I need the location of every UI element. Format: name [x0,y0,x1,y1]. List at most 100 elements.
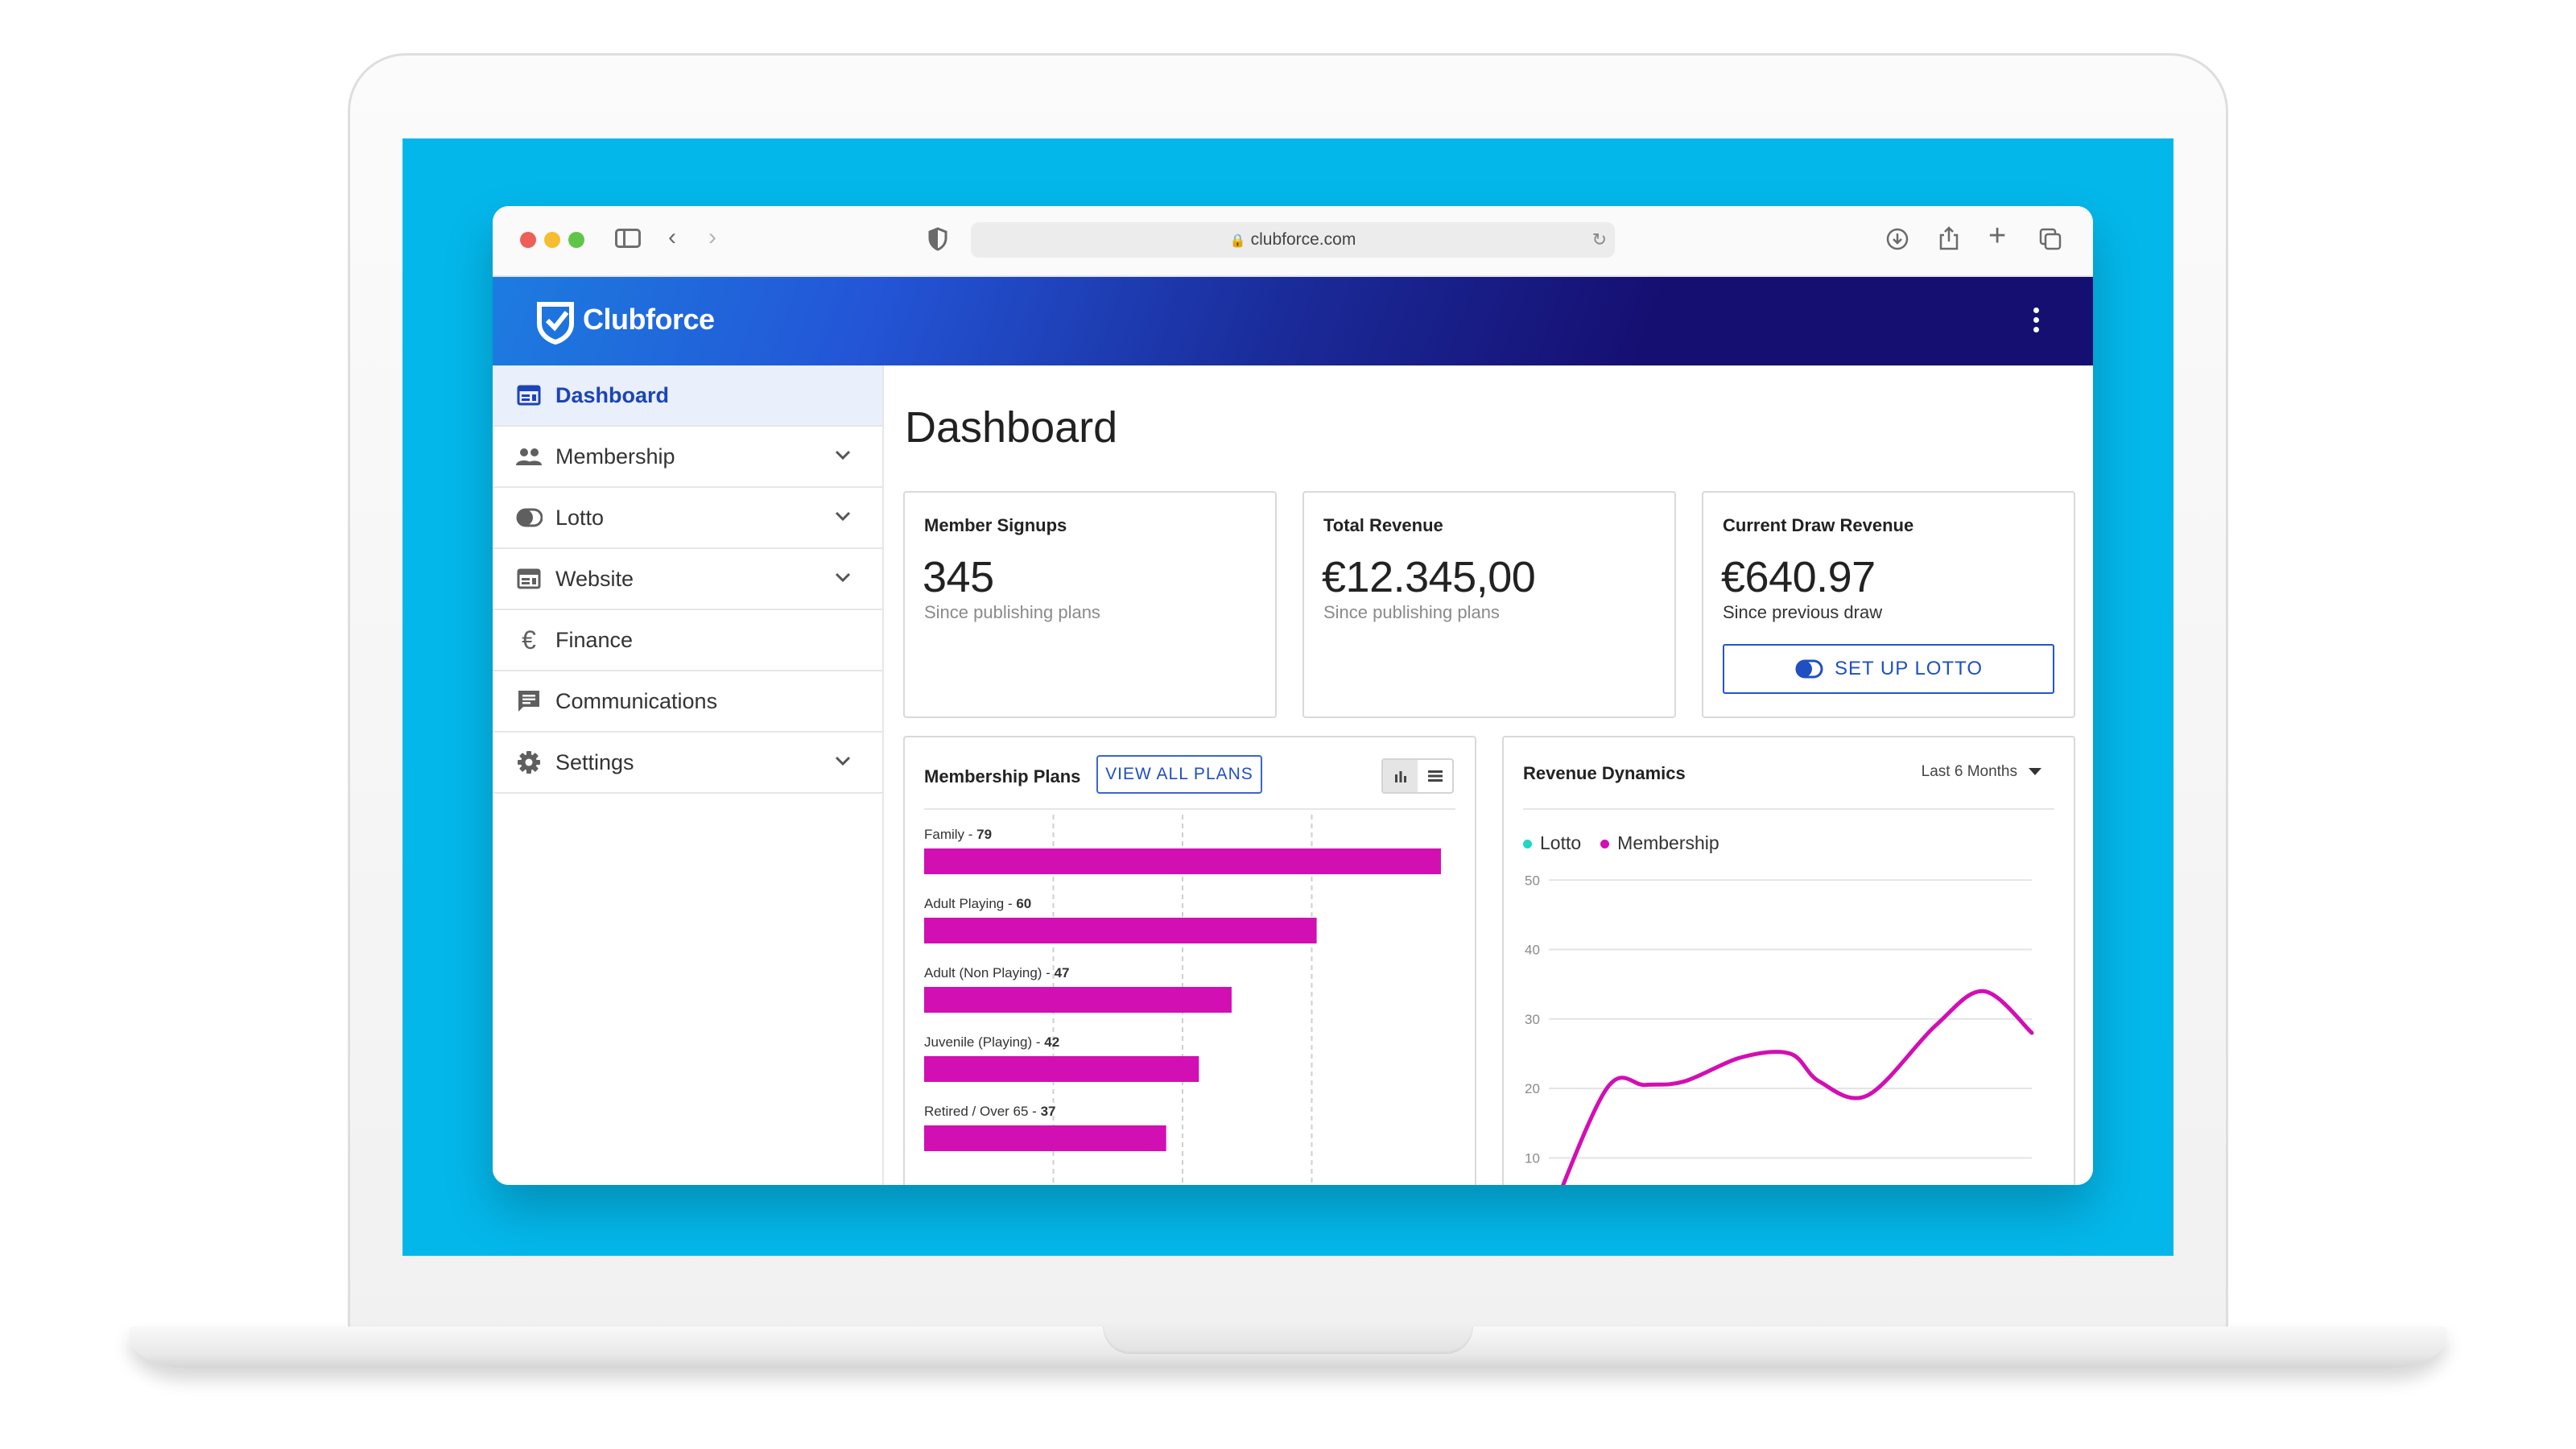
browser-window: ‹ › 🔒 clubforce.com ↻ + Clubforce Dashbo… [493,206,2093,1185]
bar-label: Adult (Non Playing) - 47 [924,965,1070,980]
stat-card-member-signups: Member Signups 345 Since publishing plan… [903,491,1277,718]
dashboard-icon [515,382,543,409]
bar-label: Family - 79 [924,827,992,842]
y-tick-label: 40 [1525,943,1540,958]
chart-view-toggle [1381,758,1454,794]
range-select[interactable]: Last 6 Months [1922,763,2041,781]
sidebar-item-label: Finance [555,627,634,652]
chat-icon [515,687,543,715]
share-icon[interactable] [1937,225,1961,256]
legend-item-lotto[interactable]: Lotto [1523,832,1581,854]
bar [924,848,1441,874]
sidebar-item-label: Website [555,566,634,591]
bar-value-label: 42 [1044,1034,1059,1050]
bar-value-label: 79 [976,827,992,842]
tab-overview-icon[interactable] [2038,227,2062,256]
main-content: Dashboard Member Signups 345 Since publi… [884,365,2093,1185]
chevron-down-icon[interactable] [832,506,853,526]
forward-icon[interactable]: › [708,225,716,250]
gear-icon [515,749,543,776]
sidebar: Dashboard Membership Lotto Website € Fin [493,365,884,1185]
close-window-button[interactable] [520,232,536,248]
stat-value: €12.345,00 [1322,553,1536,601]
stat-subtitle: Since publishing plans [924,602,1100,622]
stat-label: Total Revenue [1323,515,1443,535]
bar-chart-icon[interactable] [1383,760,1418,792]
chart-legend: Lotto Membership [1523,832,1719,854]
sidebar-item-label: Communications [555,688,718,713]
list-view-icon[interactable] [1418,760,1452,792]
bar-value-label: 37 [1041,1104,1056,1119]
revenue-dynamics-chart: 10 20 30 40 50 [1525,873,2034,1185]
bar-label: Retired / Over 65 - 37 [924,1104,1055,1119]
address-bar[interactable]: 🔒 clubforce.com ↻ [971,222,1615,258]
back-icon[interactable]: ‹ [668,225,676,250]
legend-swatch-lotto [1523,840,1532,849]
download-icon[interactable] [1885,227,1909,256]
bar-value-label: 47 [1055,965,1070,980]
sidebar-item-settings[interactable]: Settings [493,733,882,794]
minimize-window-button[interactable] [544,232,560,248]
legend-swatch-membership [1600,840,1610,849]
privacy-shield-icon[interactable] [927,227,948,256]
bar [924,1056,1199,1082]
reload-icon[interactable]: ↻ [1592,222,1607,258]
set-up-lotto-button[interactable]: SET UP LOTTO [1723,644,2054,694]
range-select-value: Last 6 Months [1921,763,2017,780]
membership-plans-title: Membership Plans [924,766,1081,786]
stat-subtitle: Since previous draw [1723,602,1883,622]
people-icon [515,443,543,470]
chevron-down-icon[interactable] [832,750,853,771]
legend-label: Membership [1617,832,1719,853]
stat-label: Member Signups [924,515,1067,535]
legend-item-membership[interactable]: Membership [1600,832,1719,854]
sidebar-item-dashboard[interactable]: Dashboard [493,365,882,427]
toggle-icon [1795,659,1823,679]
bar-value-label: 60 [1016,896,1031,911]
legend-label: Lotto [1540,832,1582,853]
new-tab-icon[interactable]: + [1988,221,2006,251]
membership-plans-chart: Family - 79 Adult Playing - 60 Adult (Non … [924,815,1441,1185]
membership-plans-card: Membership Plans VIEW ALL PLANS Family -… [903,736,1476,1185]
set-up-lotto-label: SET UP LOTTO [1834,658,1984,679]
lock-icon: 🔒 [1229,234,1246,248]
page-title: Dashboard [905,403,1118,452]
euro-icon: € [522,625,536,654]
toggle-icon [515,504,543,531]
stat-value: 345 [923,553,994,601]
url-text: clubforce.com [1250,230,1356,249]
bar [924,918,1317,943]
sidebar-item-label: Lotto [555,505,605,530]
stat-card-current-draw-revenue: Current Draw Revenue €640.97 Since previ… [1702,491,2075,718]
bar [924,1125,1166,1151]
sidebar-toggle-icon[interactable] [615,229,641,248]
divider [924,808,1455,810]
sidebar-item-label: Dashboard [555,382,670,407]
chevron-down-icon[interactable] [832,567,853,588]
app-header: Clubforce [493,277,2093,365]
stat-card-total-revenue: Total Revenue €12.345,00 Since publishin… [1302,491,1676,718]
bar [924,987,1232,1013]
revenue-dynamics-title: Revenue Dynamics [1523,763,1686,783]
stat-subtitle: Since publishing plans [1323,602,1500,622]
sidebar-item-finance[interactable]: € Finance [493,610,882,671]
maximize-window-button[interactable] [568,232,584,248]
sidebar-item-membership[interactable]: Membership [493,427,882,488]
more-options-icon[interactable] [2033,308,2040,336]
chevron-down-icon[interactable] [832,444,853,465]
stat-label: Current Draw Revenue [1723,515,1914,535]
divider [1523,808,2054,810]
clubforce-logo-icon [537,302,574,345]
dropdown-caret-icon [2029,768,2041,776]
web-icon [515,565,543,592]
sidebar-item-communications[interactable]: Communications [493,671,882,733]
sidebar-item-website[interactable]: Website [493,549,882,610]
y-tick-label: 50 [1525,873,1540,888]
sidebar-item-lotto[interactable]: Lotto [493,488,882,549]
brand-name: Clubforce [583,303,715,336]
y-tick-label: 20 [1525,1081,1540,1096]
bar-label: Juvenile (Playing) - 42 [924,1034,1059,1050]
view-all-plans-button[interactable]: VIEW ALL PLANS [1096,755,1262,794]
browser-toolbar: ‹ › 🔒 clubforce.com ↻ + [493,206,2093,277]
laptop-notch [1103,1327,1473,1354]
